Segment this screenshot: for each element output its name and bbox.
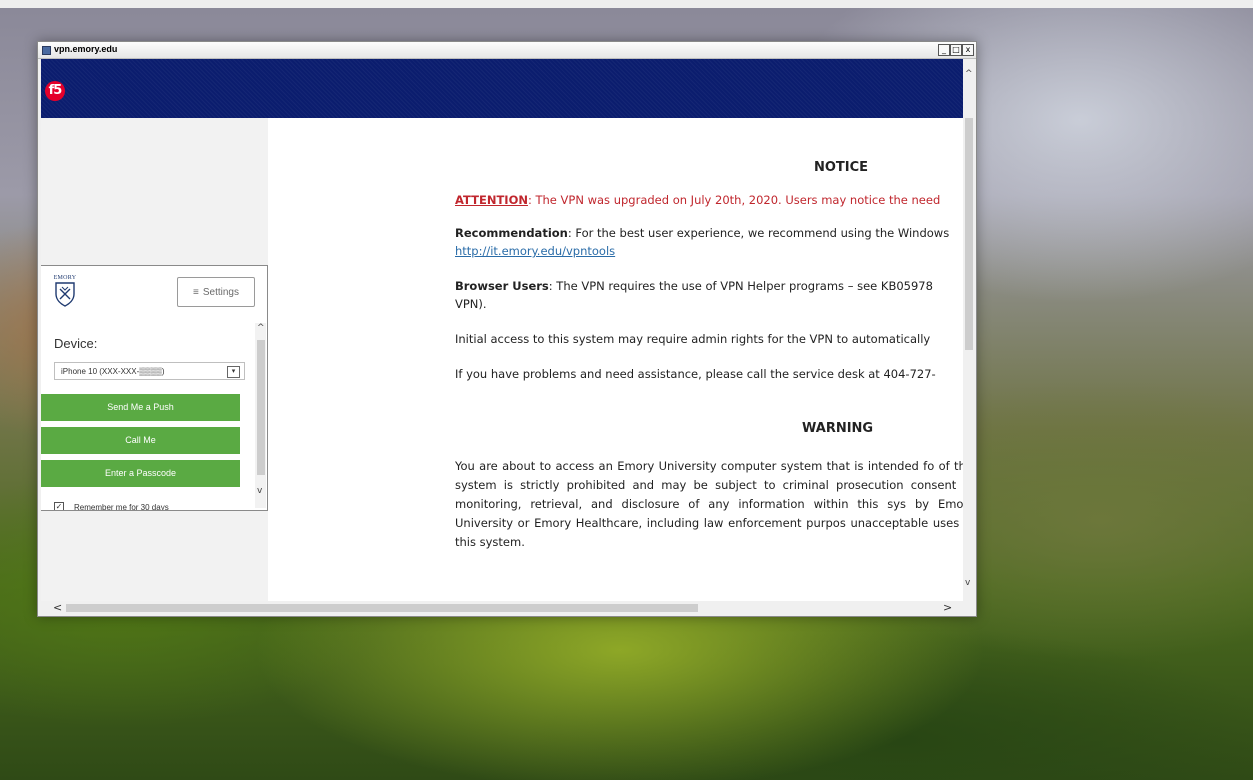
send-push-button[interactable]: Send Me a Push [41, 394, 240, 421]
browser-users-paragraph: Browser Users: The VPN requires the use … [455, 278, 933, 295]
initial-access-paragraph: Initial access to this system may requir… [455, 332, 931, 346]
scroll-up-icon[interactable]: ^ [965, 69, 973, 79]
maximize-button[interactable]: □ [950, 44, 962, 56]
duo-auth-frame: EMORY ≡ Settings Device: iPhone 10 (XXX-… [41, 265, 268, 511]
window-controls: _ □ x [938, 44, 974, 56]
device-select[interactable]: iPhone 10 (XXX-XXX-▒▒▒▒) ▾ [54, 362, 245, 380]
remember-label: Remember me for 30 days [74, 502, 169, 511]
scroll-left-icon[interactable]: < [53, 601, 62, 614]
horizontal-scrollbar-thumb[interactable] [66, 604, 698, 612]
notice-content: NOTICE ATTENTION: The VPN was upgraded o… [268, 118, 963, 601]
device-select-value: iPhone 10 (XXX-XXX-▒▒▒▒) [61, 367, 165, 376]
remember-me[interactable]: ✓ Remember me for 30 days [54, 502, 169, 511]
emory-shield-icon [55, 282, 75, 307]
attention-label: ATTENTION [455, 193, 528, 207]
f5-logo: f5 [45, 81, 65, 101]
notice-heading: NOTICE [814, 160, 869, 175]
browser-users-text-2: VPN). [455, 297, 487, 311]
f5-banner: f5 [41, 59, 963, 118]
browser-users-text: : The VPN requires the use of VPN Helper… [548, 279, 933, 293]
duo-scroll-down-icon[interactable]: v [257, 486, 262, 496]
window-icon [42, 46, 51, 55]
browser-window: vpn.emory.edu _ □ x f5 EMORY ≡ Settings [37, 41, 977, 617]
problems-paragraph: If you have problems and need assistance… [455, 367, 936, 381]
enter-passcode-button[interactable]: Enter a Passcode [41, 460, 240, 487]
device-label: Device: [54, 336, 98, 351]
warning-heading: WARNING [802, 421, 874, 436]
scroll-right-icon[interactable]: > [943, 601, 952, 614]
settings-button[interactable]: ≡ Settings [177, 277, 255, 307]
duo-scrollbar-thumb[interactable] [257, 340, 265, 475]
window-title: vpn.emory.edu [54, 44, 118, 54]
menu-icon: ≡ [193, 286, 199, 298]
screen-top-edge [0, 0, 1253, 8]
emory-logo: EMORY [53, 275, 77, 309]
vpntools-link[interactable]: http://it.emory.edu/vpntools [455, 243, 615, 260]
recommendation-label: Recommendation [455, 226, 568, 240]
recommendation-text: : For the best user experience, we recom… [567, 226, 950, 240]
settings-label: Settings [202, 286, 239, 298]
remember-checkbox[interactable]: ✓ [54, 502, 64, 510]
recommendation-paragraph: Recommendation: For the best user experi… [455, 225, 949, 242]
scroll-down-icon[interactable]: v [965, 578, 970, 588]
browser-users-label: Browser Users [455, 279, 549, 293]
title-bar[interactable]: vpn.emory.edu _ □ x [38, 42, 976, 59]
warning-paragraph: You are about to access an Emory Univers… [455, 459, 963, 549]
chevron-down-icon[interactable]: ▾ [227, 366, 240, 378]
left-panel: EMORY ≡ Settings Device: iPhone 10 (XXX-… [41, 118, 268, 601]
attention-paragraph: ATTENTION: The VPN was upgraded on July … [455, 192, 940, 209]
attention-text: : The VPN was upgraded on July 20th, 202… [527, 193, 941, 207]
duo-scroll-up-icon[interactable]: ^ [257, 323, 265, 333]
vertical-scrollbar-thumb[interactable] [965, 118, 973, 350]
close-button[interactable]: x [962, 44, 974, 56]
call-me-button[interactable]: Call Me [41, 427, 240, 454]
minimize-button[interactable]: _ [938, 44, 950, 56]
